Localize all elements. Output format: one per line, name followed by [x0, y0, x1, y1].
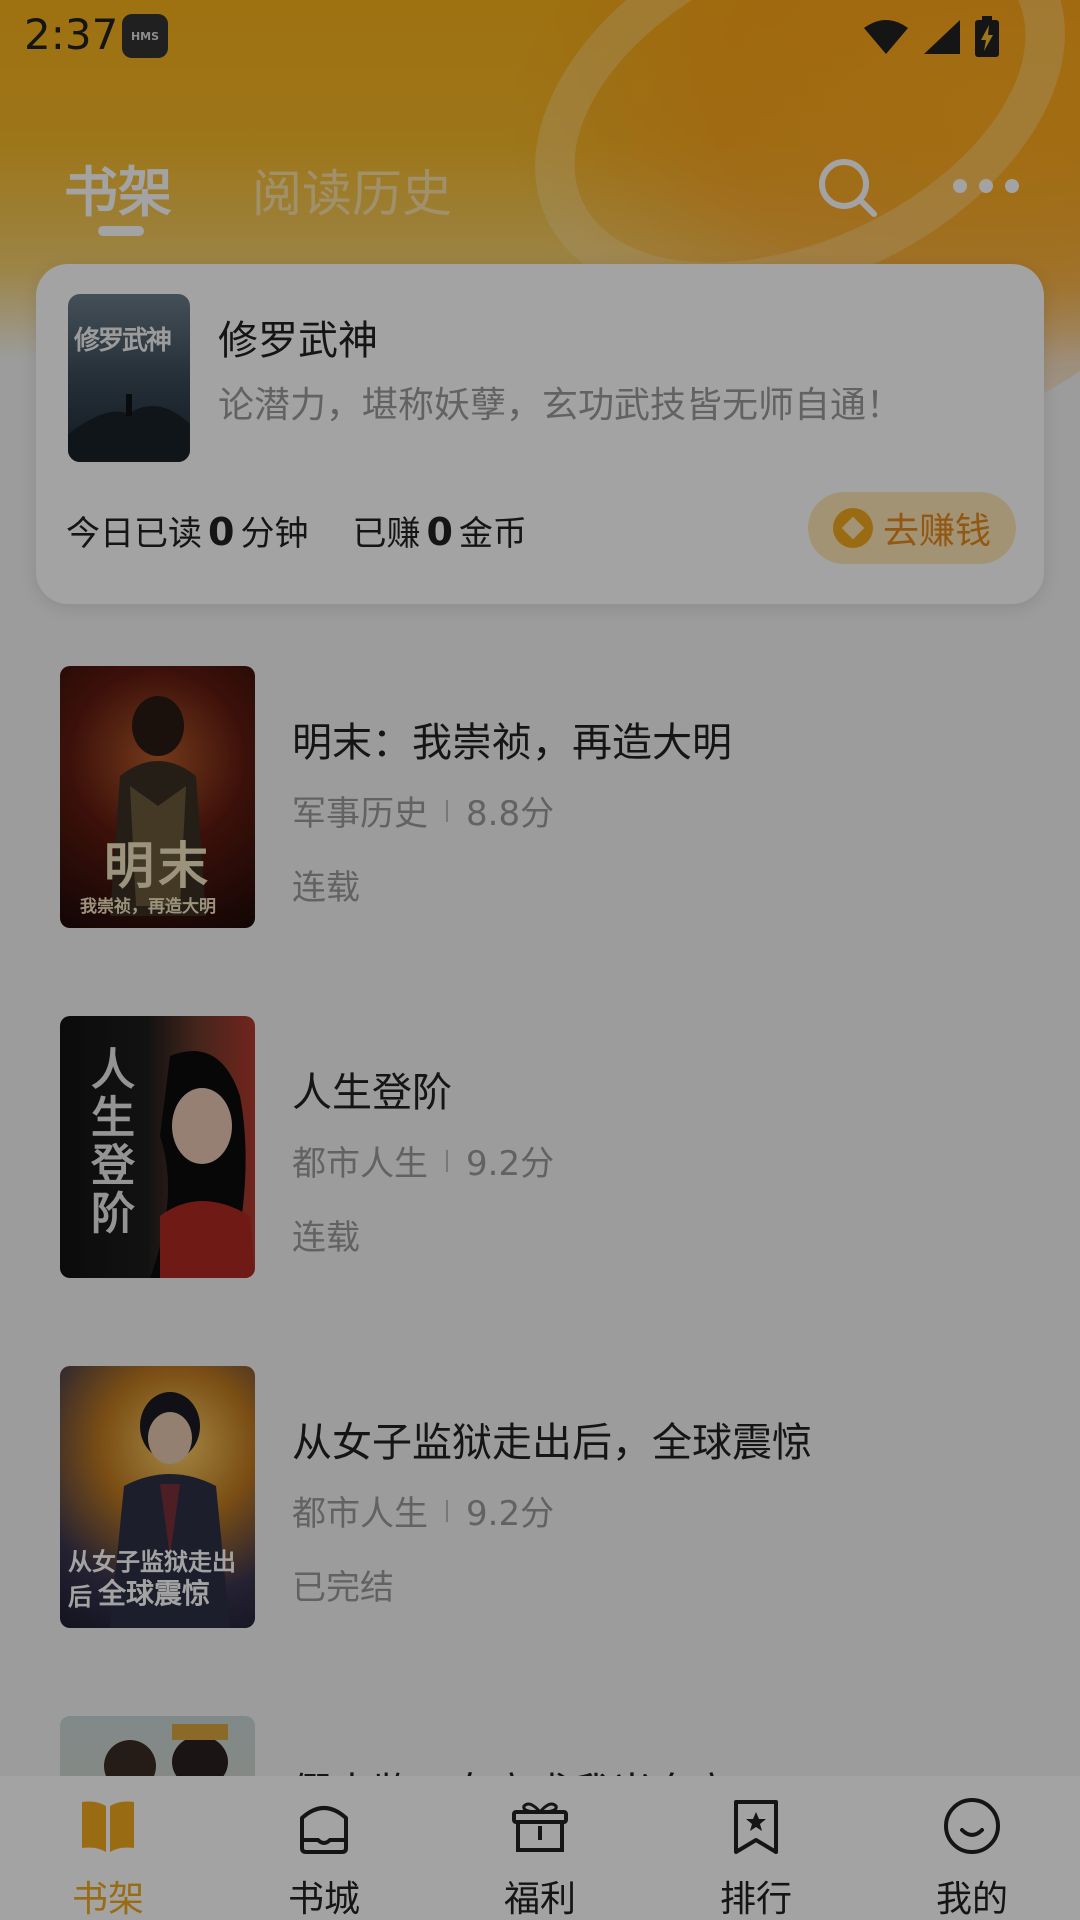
- earned-coins-value: 0: [426, 510, 453, 554]
- current-book-description: 论潜力，堪称妖孽，玄功武技皆无师自通！: [218, 385, 903, 426]
- status-time: 2:37: [24, 10, 119, 59]
- book-category: 军事历史: [292, 794, 428, 834]
- book-title[interactable]: 人生登阶: [292, 1060, 452, 1118]
- status-icons: [862, 16, 1000, 58]
- reading-summary-card[interactable]: 修罗武神 修罗武神 论潜力，堪称妖孽，玄功武技皆无师自通！ 今日已读 0 分钟 已赚 0…: [36, 264, 1044, 604]
- nav-label: 书城: [287, 1879, 360, 1920]
- cover-subtitle: 全球震惊: [98, 1577, 211, 1610]
- app-screen: 2:37 HMS 书架 阅读历史 修罗武神 修罗武神 论潜力，堪称妖孽，玄功武技…: [0, 0, 1080, 1920]
- nav-label: 排行: [719, 1879, 792, 1920]
- bottom-navigation: 书架 书城 福利 排行 我的: [0, 1776, 1080, 1920]
- nav-item-bookstore[interactable]: 书城: [216, 1776, 432, 1920]
- meta-divider: [446, 1499, 448, 1522]
- book-cover[interactable]: 明末 我崇祯，再造大明: [60, 666, 255, 928]
- book-meta: 都市人生 9.2分: [292, 1136, 554, 1185]
- book-title[interactable]: 明末：我崇祯，再造大明: [292, 710, 732, 768]
- battery-icon: [975, 16, 999, 57]
- earned-coins-unit: 金币: [458, 514, 527, 554]
- book-score: 8.8分: [466, 794, 555, 834]
- tab-bookshelf[interactable]: 书架: [64, 148, 172, 227]
- coin-icon: [832, 508, 873, 548]
- ranking-icon: [734, 1800, 778, 1854]
- earn-money-label: 去赚钱: [882, 511, 991, 552]
- active-tab-indicator: [98, 226, 144, 236]
- book-cover[interactable]: 人生登阶: [60, 1016, 255, 1278]
- nav-label: 我的: [935, 1879, 1008, 1920]
- read-minutes-value: 0: [208, 510, 235, 554]
- book-category: 都市人生: [292, 1144, 428, 1184]
- book-cover[interactable]: 修罗武神: [68, 294, 190, 462]
- book-score: 9.2分: [466, 1144, 555, 1184]
- current-book-title[interactable]: 修罗武神: [218, 308, 378, 366]
- earn-money-button[interactable]: 去赚钱: [808, 492, 1016, 564]
- meta-divider: [446, 1149, 448, 1172]
- cover-subtitle: 我崇祯，再造大明: [80, 897, 216, 917]
- status-bar: 2:37 HMS: [0, 0, 1080, 72]
- nav-item-welfare[interactable]: 福利: [432, 1776, 648, 1920]
- meta-divider: [446, 799, 448, 822]
- cover-art: [68, 394, 190, 462]
- nav-label: 书架: [71, 1879, 144, 1920]
- earned-label: 已赚: [352, 514, 421, 554]
- tab-reading-history[interactable]: 阅读历史: [252, 154, 452, 226]
- bookstore-icon: [300, 1806, 348, 1854]
- nav-item-profile[interactable]: 我的: [864, 1776, 1080, 1920]
- cover-title: 明末: [104, 836, 212, 895]
- hms-badge: HMS: [122, 14, 168, 58]
- book-category: 都市人生: [292, 1494, 428, 1534]
- reading-stats: 今日已读 0 分钟 已赚 0 金币: [66, 506, 527, 555]
- nav-item-ranking[interactable]: 排行: [648, 1776, 864, 1920]
- book-cover[interactable]: 从女子监狱走出后 全球震惊: [60, 1366, 255, 1628]
- book-meta: 军事历史 8.8分: [292, 786, 554, 835]
- list-item[interactable]: 从女子监狱走出后 全球震惊 从女子监狱走出后，全球震惊 都市人生 9.2分 已完…: [60, 1366, 1020, 1628]
- nav-label: 福利: [503, 1879, 576, 1920]
- signal-icon: [924, 20, 960, 54]
- list-item[interactable]: 明末 我崇祯，再造大明 明末：我崇祯，再造大明 军事历史 8.8分 连载: [60, 666, 1020, 928]
- book-status: 连载: [292, 868, 360, 908]
- profile-icon: [944, 1798, 1000, 1854]
- cover-title: 人生登阶: [83, 1046, 134, 1238]
- book-icon: [82, 1801, 134, 1852]
- search-icon[interactable]: [814, 154, 880, 220]
- more-icon[interactable]: [950, 168, 1022, 204]
- nav-item-bookshelf[interactable]: 书架: [0, 1776, 216, 1920]
- book-score: 9.2分: [466, 1494, 555, 1534]
- book-title[interactable]: 从女子监狱走出后，全球震惊: [292, 1410, 812, 1468]
- read-today-label: 今日已读: [66, 514, 202, 554]
- wifi-icon: [864, 20, 908, 54]
- list-item[interactable]: 人生登阶 人生登阶 都市人生 9.2分 连载: [60, 1016, 1020, 1278]
- book-meta: 都市人生 9.2分: [292, 1486, 554, 1535]
- gift-icon: [512, 1802, 568, 1852]
- read-minutes-unit: 分钟: [240, 514, 309, 554]
- book-status: 已完结: [292, 1568, 394, 1608]
- book-status: 连载: [292, 1218, 360, 1258]
